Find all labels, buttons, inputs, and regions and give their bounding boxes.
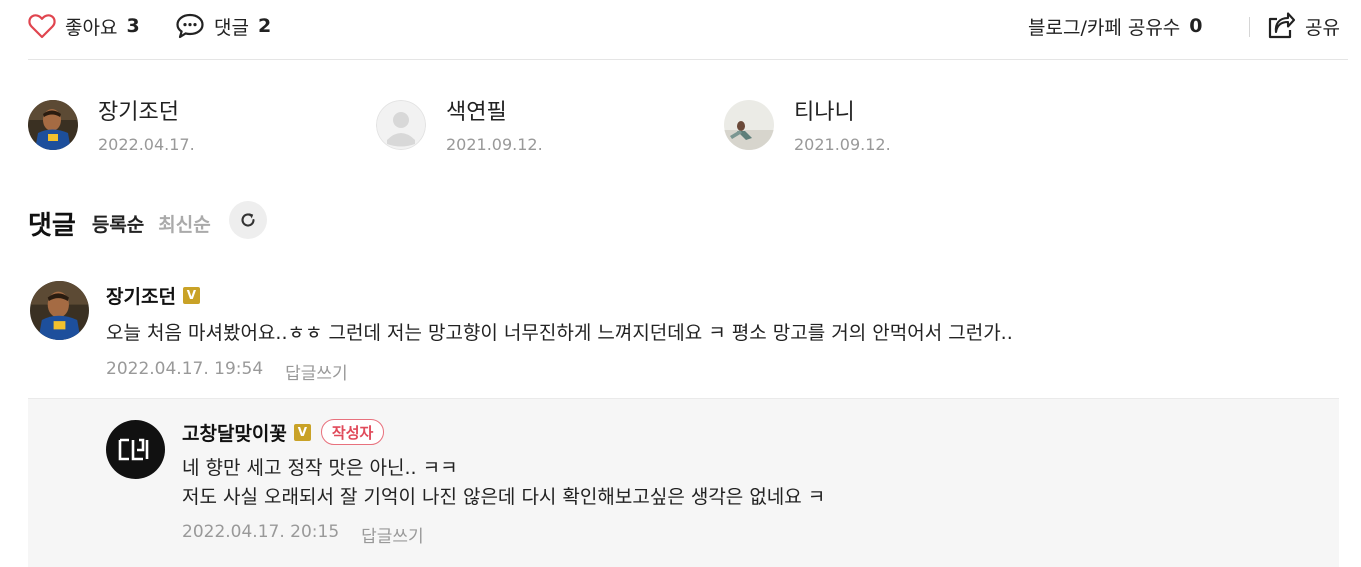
comment-label: 댓글	[214, 16, 249, 39]
comment-button[interactable]: 댓글 2	[175, 9, 271, 43]
avatar[interactable]	[106, 420, 165, 479]
post-action-bar: 좋아요 3 댓글 2 블로그/카페 공유수 0 공유	[28, 0, 1348, 60]
reply-container: 고창달맞이꽃 V 작성자 네 향만 세고 정작 맛은 아닌.. ㅋㅋ 저도 사실…	[28, 398, 1339, 567]
share-count-value: 0	[1189, 15, 1203, 37]
liker-date: 2022.04.17.	[98, 135, 195, 154]
avatar	[28, 100, 78, 150]
like-label: 좋아요	[65, 16, 118, 39]
like-button[interactable]: 좋아요 3	[28, 9, 140, 43]
share-count: 블로그/카페 공유수 0	[1028, 9, 1203, 43]
reply-text-line: 저도 사실 오래되서 잘 기억이 나진 않은데 다시 확인해보고싶은 생각은 없…	[182, 486, 826, 508]
comments-title: 댓글	[28, 210, 76, 241]
liker-name: 색연필	[446, 100, 507, 125]
verified-badge: V	[293, 423, 311, 441]
liker-date: 2021.09.12.	[794, 135, 891, 154]
share-button[interactable]: 공유	[1266, 9, 1340, 43]
share-count-label: 블로그/카페 공유수	[1028, 16, 1181, 39]
verified-badge: V	[182, 286, 200, 304]
reply-button[interactable]: 답글쓰기	[285, 359, 348, 384]
liker-item[interactable]: 장기조던 2022.04.17.	[28, 100, 195, 162]
comment-time: 2022.04.17. 19:54	[106, 359, 264, 379]
comment-author[interactable]: 장기조던	[106, 282, 176, 309]
comment-text: 오늘 처음 마셔봤어요..ㅎㅎ 그런데 저는 망고향이 너무진하게 느껴지던데요…	[106, 322, 1013, 344]
liker-name: 장기조던	[98, 100, 179, 125]
reply-text-line: 네 향만 세고 정작 맛은 아닌.. ㅋㅋ	[182, 457, 458, 479]
share-icon	[1266, 12, 1296, 40]
avatar[interactable]	[30, 281, 89, 340]
author-tag: 작성자	[320, 419, 385, 445]
liker-item[interactable]: 색연필 2021.09.12.	[376, 100, 543, 162]
like-count: 3	[126, 15, 140, 37]
reply-button[interactable]: 답글쓰기	[361, 522, 424, 547]
speech-bubble-icon	[175, 12, 205, 40]
refresh-button[interactable]	[228, 201, 267, 239]
reply-author[interactable]: 고창달맞이꽃	[182, 419, 287, 446]
heart-icon	[28, 13, 56, 39]
liker-item[interactable]: 티나니 2021.09.12.	[724, 100, 891, 162]
likers-list: 장기조던 2022.04.17. 색연필 2021.09.12. 티나니 202…	[28, 100, 1128, 170]
sort-latest-button[interactable]: 최신순	[158, 210, 210, 237]
avatar	[376, 100, 426, 150]
liker-name: 티나니	[794, 100, 855, 125]
liker-date: 2021.09.12.	[446, 135, 543, 154]
share-label: 공유	[1305, 16, 1340, 39]
refresh-icon	[241, 213, 255, 227]
sort-registered-button[interactable]: 등록순	[92, 210, 144, 237]
reply-time: 2022.04.17. 20:15	[182, 522, 340, 542]
avatar	[724, 100, 774, 150]
comments-header: 댓글 등록순 최신순	[28, 201, 267, 245]
divider	[1249, 17, 1250, 37]
comment-count: 2	[257, 15, 272, 37]
